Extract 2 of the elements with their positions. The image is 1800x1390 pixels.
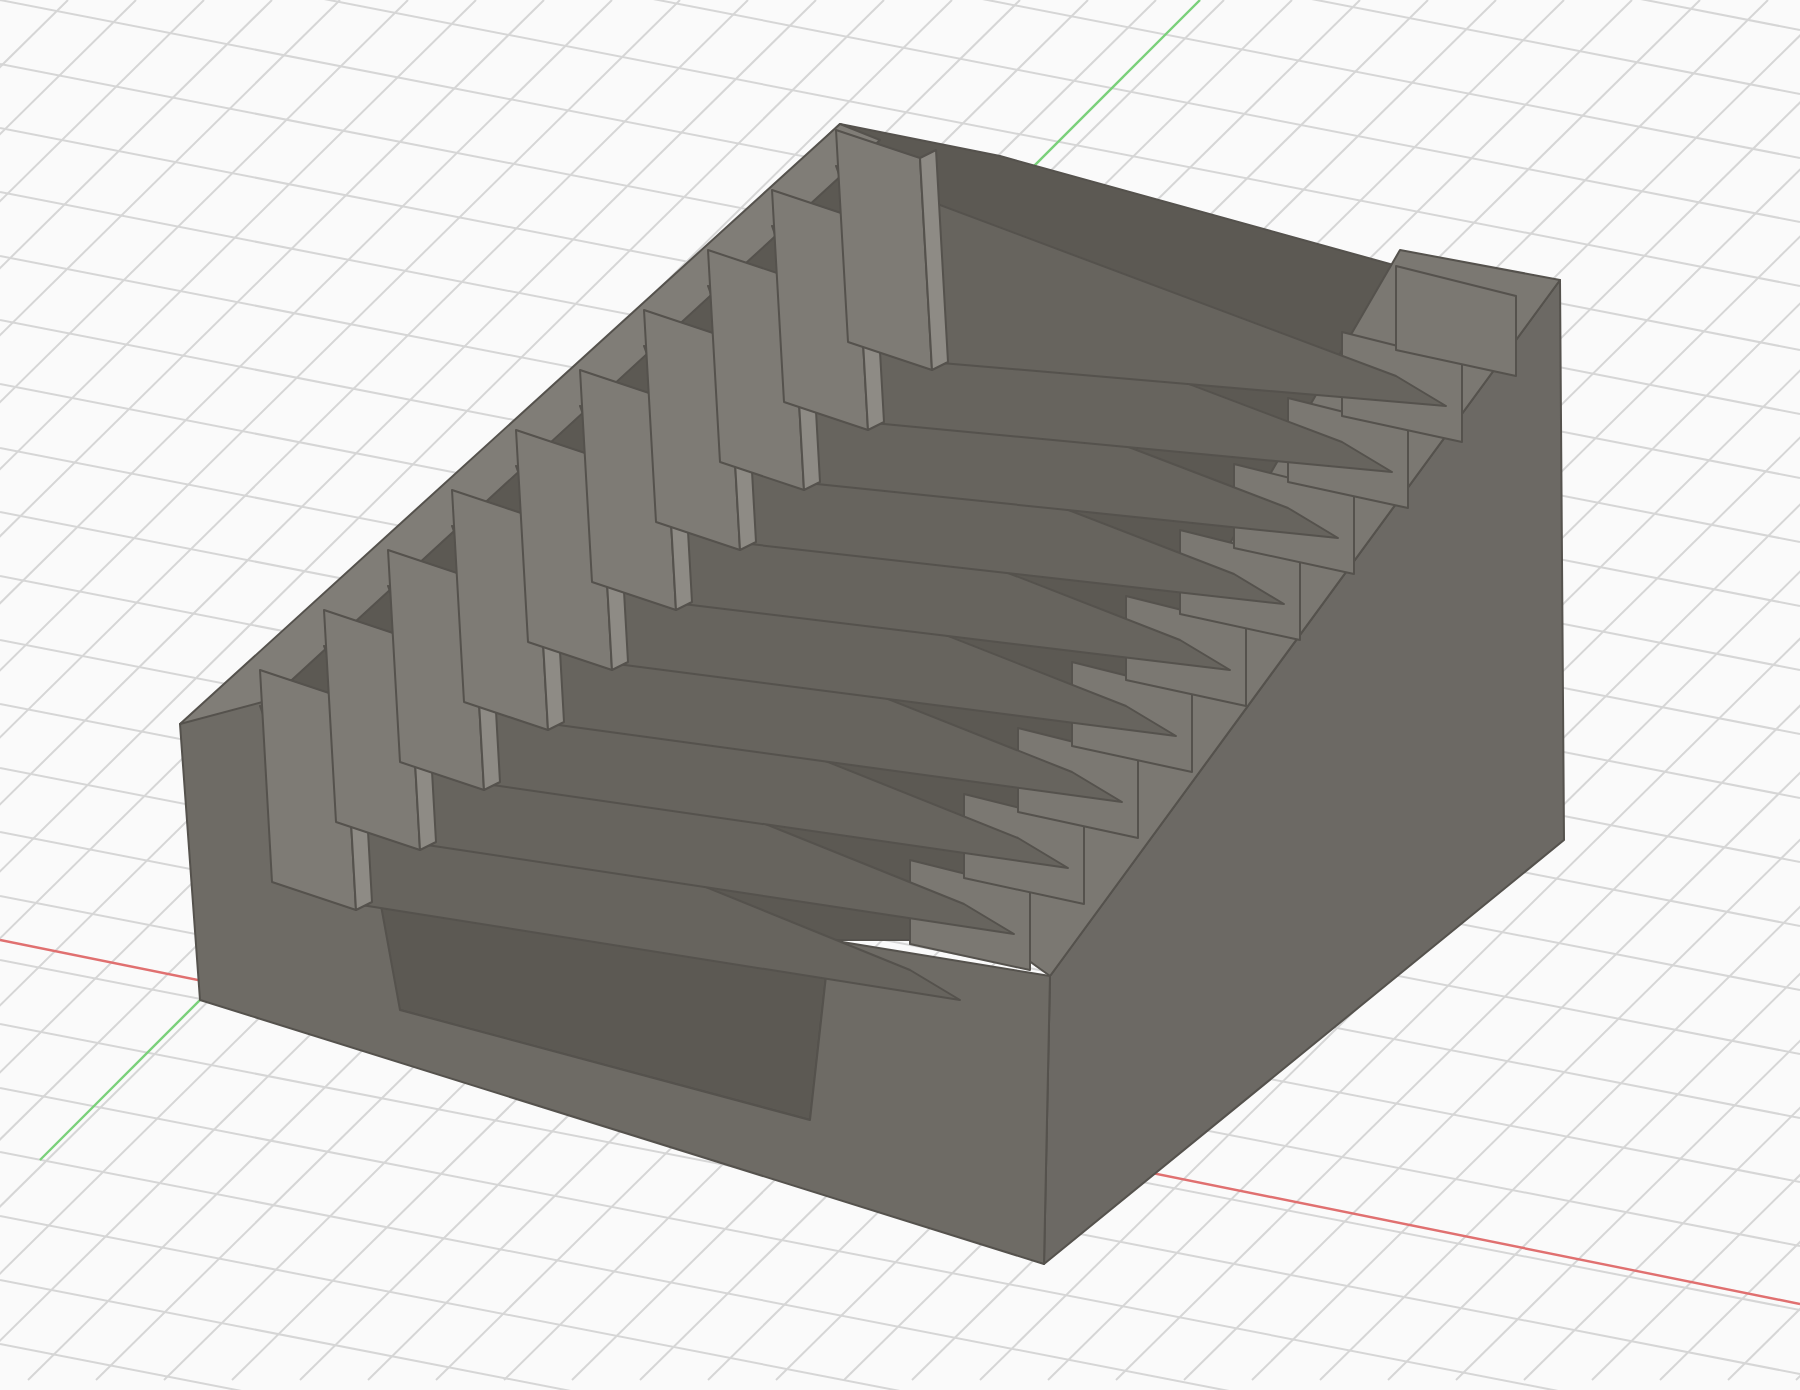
slotted-tray-model-drawing[interactable] — [179, 123, 1565, 1265]
viewport-canvas[interactable] — [0, 0, 1800, 1390]
